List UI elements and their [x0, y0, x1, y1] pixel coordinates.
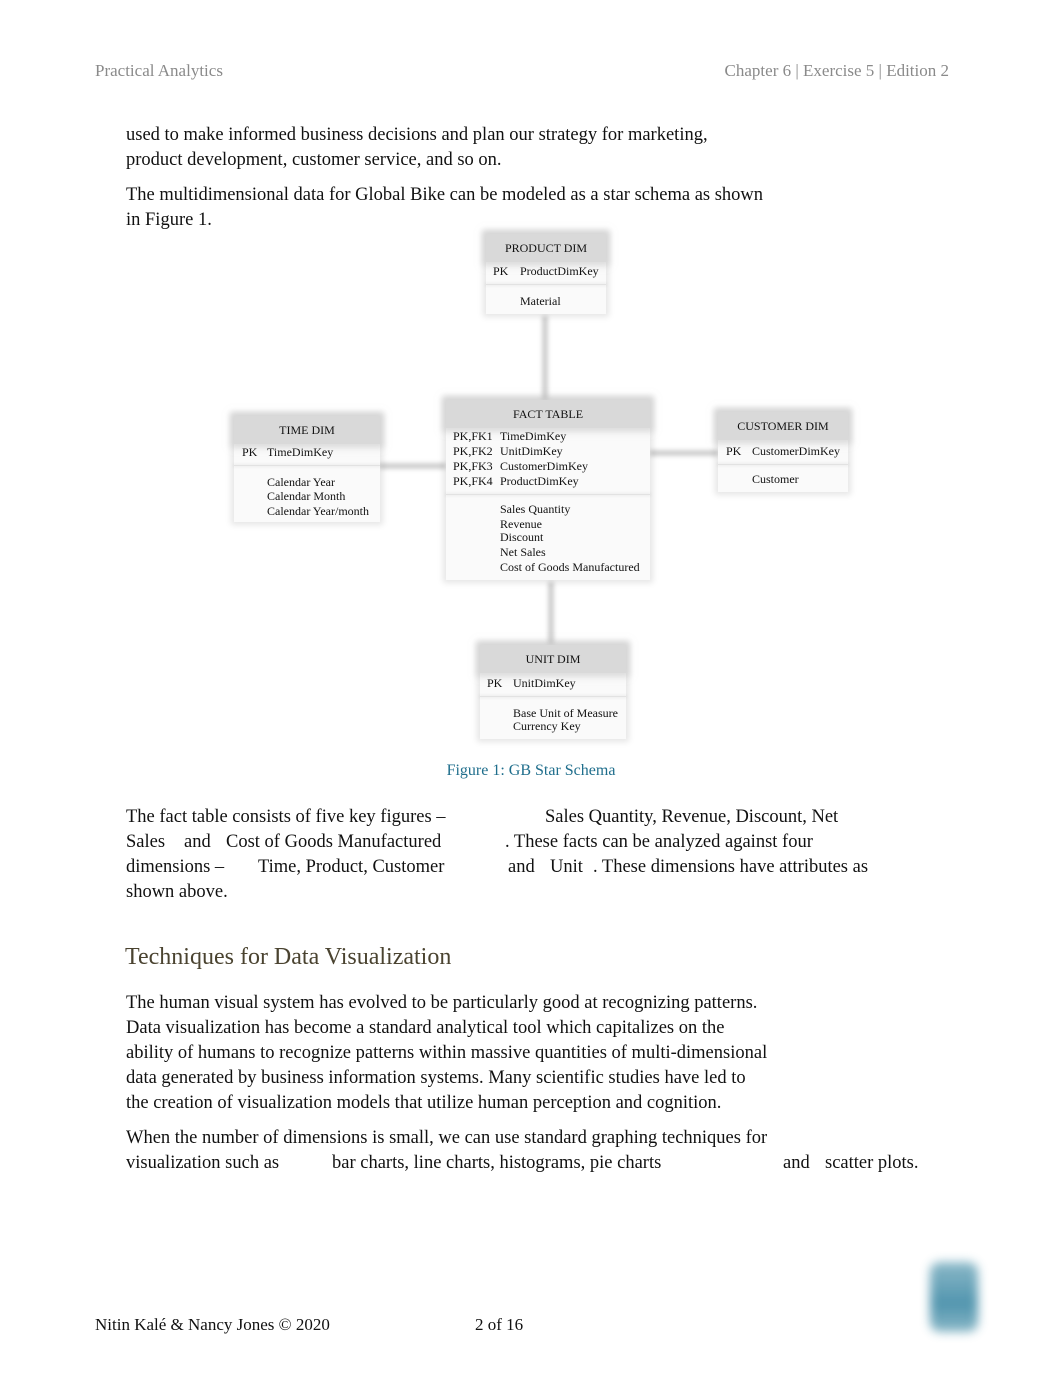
entity-title: UNIT DIM — [480, 645, 626, 673]
page-number: 2 of 16 — [475, 1315, 524, 1334]
entity-fact-table: FACT TABLE PK,FK1 TimeDimKey PK,FK2 Unit… — [446, 400, 650, 580]
key-field: CustomerDimKey — [752, 444, 840, 458]
divider — [234, 465, 380, 466]
footer-copyright: Nitin Kalé & Nancy Jones © 2020 — [95, 1315, 330, 1334]
entity-unit-dim: UNIT DIM PK UnitDimKey Base Unit of Meas… — [480, 645, 626, 739]
text-segment: and — [184, 832, 211, 852]
visualization-paragraph-2: When the number of dimensions is small, … — [126, 1126, 946, 1176]
divider — [446, 494, 650, 495]
attribute-field: Calendar Year/month — [267, 504, 369, 518]
pk-label: PK — [487, 676, 503, 690]
key-figure-sales: Sales — [126, 832, 166, 852]
fk-label: PK,FK1 — [453, 429, 493, 443]
key-field: ProductDimKey — [520, 264, 599, 278]
attribute-field: Material — [520, 294, 561, 308]
text-line: data generated by business information s… — [126, 1068, 746, 1088]
fk-label: PK,FK2 — [453, 444, 493, 458]
key-figure-cogm: Cost of Goods Manufactured — [226, 832, 442, 852]
text-line: ability of humans to recognize patterns … — [126, 1043, 768, 1063]
attribute-field: Calendar Month — [267, 489, 346, 503]
entity-title: TIME DIM — [234, 416, 380, 444]
intro-paragraph-2: The multidimensional data for Global Bik… — [126, 183, 926, 233]
key-field: UnitDimKey — [513, 676, 576, 690]
logo-badge-icon — [930, 1262, 978, 1332]
pk-label: PK — [242, 445, 258, 459]
entity-title: CUSTOMER DIM — [718, 412, 848, 440]
header-chapter-info: Chapter 6 | Exercise 5 | Edition 2 — [724, 61, 949, 80]
text-line: product development, customer service, a… — [126, 150, 502, 170]
chart-types-list: bar charts, line charts, histograms, pie… — [332, 1153, 662, 1173]
text-segment: The fact table consists of five key figu… — [126, 807, 446, 827]
entity-title: PRODUCT DIM — [486, 234, 606, 262]
key-field: ProductDimKey — [500, 474, 579, 488]
key-field: TimeDimKey — [500, 429, 567, 443]
text-segment: visualization such as — [126, 1153, 280, 1173]
key-field: CustomerDimKey — [500, 459, 588, 473]
measure-field: Net Sales — [500, 545, 546, 559]
entity-customer-dim: CUSTOMER DIM PK CustomerDimKey Customer — [718, 412, 848, 492]
attribute-field: Calendar Year — [267, 475, 335, 489]
pk-label: PK — [493, 264, 509, 278]
text-line: The multidimensional data for Global Bik… — [126, 185, 764, 205]
text-line: the creation of visualization models tha… — [126, 1093, 722, 1113]
visualization-paragraph-1: The human visual system has evolved to b… — [126, 991, 926, 1116]
attribute-field: Currency Key — [513, 719, 581, 733]
connector-product-fact — [542, 316, 548, 400]
fk-label: PK,FK4 — [453, 474, 493, 488]
section-heading: Techniques for Data Visualization — [125, 944, 452, 970]
key-field: UnitDimKey — [500, 444, 563, 458]
connector-customer-fact — [650, 450, 718, 456]
text-segment: shown above. — [126, 882, 228, 902]
text-segment: . These dimensions have attributes as — [593, 857, 869, 877]
chart-type-scatter: scatter plots. — [825, 1153, 919, 1173]
measure-field: Cost of Goods Manufactured — [500, 560, 640, 574]
intro-paragraph-1: used to make informed business decisions… — [126, 123, 926, 173]
connector-time-fact — [380, 463, 446, 469]
text-line: The human visual system has evolved to b… — [126, 993, 758, 1013]
text-segment: and — [508, 857, 535, 877]
key-field: TimeDimKey — [267, 445, 334, 459]
text-segment: . These facts can be analyzed against fo… — [505, 832, 813, 852]
divider — [486, 284, 606, 285]
fk-label: PK,FK3 — [453, 459, 493, 473]
measure-field: Discount — [500, 530, 544, 544]
text-segment: and — [783, 1153, 810, 1173]
entity-product-dim: PRODUCT DIM PK ProductDimKey Material — [486, 234, 606, 314]
pk-label: PK — [726, 444, 742, 458]
text-line: When the number of dimensions is small, … — [126, 1128, 768, 1148]
dimensions-list: Time, Product, Customer — [258, 857, 445, 877]
dimension-unit: Unit — [550, 857, 583, 877]
text-line: Data visualization has become a standard… — [126, 1018, 725, 1038]
connector-unit-fact — [548, 582, 554, 644]
figure-caption: Figure 1: GB Star Schema — [446, 762, 616, 779]
facts-paragraph: The fact table consists of five key figu… — [126, 805, 906, 905]
measure-field: Sales Quantity — [500, 502, 571, 516]
header-title: Practical Analytics — [95, 61, 223, 80]
attribute-field: Customer — [752, 472, 799, 486]
text-line: used to make informed business decisions… — [126, 125, 708, 145]
text-line: in Figure 1. — [126, 210, 212, 230]
divider — [480, 696, 626, 697]
entity-time-dim: TIME DIM PK TimeDimKey Calendar Year Cal… — [234, 416, 380, 522]
divider — [718, 464, 848, 465]
key-figures-list: Sales Quantity, Revenue, Discount, Net — [545, 807, 839, 827]
text-segment: dimensions – — [126, 857, 225, 877]
entity-title: FACT TABLE — [446, 400, 650, 428]
